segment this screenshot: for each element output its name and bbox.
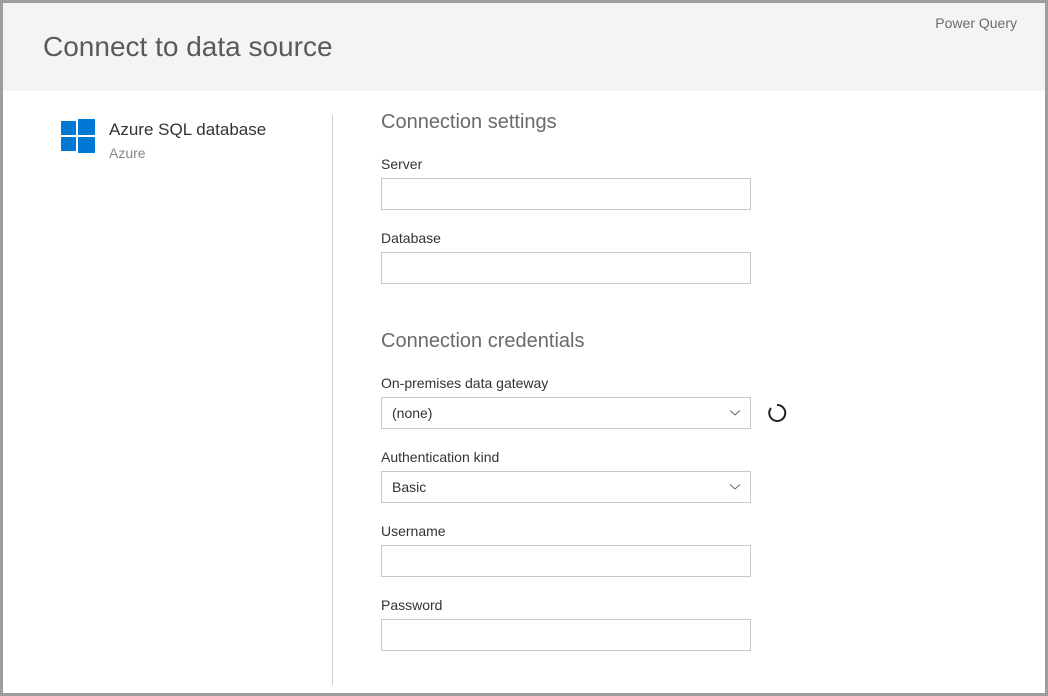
- database-input[interactable]: [381, 252, 751, 284]
- auth-select[interactable]: Basic: [381, 471, 751, 503]
- source-item: Azure SQL database Azure: [61, 119, 313, 161]
- server-label: Server: [381, 156, 1005, 172]
- main-pane: Connection settings Server Database Conn…: [333, 91, 1045, 693]
- gateway-label: On-premises data gateway: [381, 375, 1005, 391]
- password-field-group: Password: [381, 597, 1005, 651]
- username-input[interactable]: [381, 545, 751, 577]
- gateway-row: (none): [381, 397, 1005, 429]
- refresh-icon: [767, 403, 787, 423]
- connection-credentials-title: Connection credentials: [381, 330, 1005, 353]
- brand-label: Power Query: [935, 15, 1017, 31]
- gateway-field-group: On-premises data gateway (none): [381, 375, 1005, 429]
- database-label: Database: [381, 230, 1005, 246]
- gateway-select[interactable]: (none): [381, 397, 751, 429]
- sidebar: Azure SQL database Azure: [3, 91, 333, 693]
- connection-settings-section: Connection settings Server Database: [381, 111, 1005, 284]
- database-field-group: Database: [381, 230, 1005, 284]
- auth-select-wrapper[interactable]: Basic: [381, 471, 751, 503]
- azure-windows-icon: [61, 119, 95, 153]
- vertical-divider: [332, 115, 333, 685]
- username-field-group: Username: [381, 523, 1005, 577]
- username-label: Username: [381, 523, 1005, 539]
- source-text: Azure SQL database Azure: [109, 119, 266, 161]
- source-title: Azure SQL database: [109, 119, 266, 141]
- auth-label: Authentication kind: [381, 449, 1005, 465]
- server-input[interactable]: [381, 178, 751, 210]
- page-title: Connect to data source: [43, 31, 333, 63]
- password-input[interactable]: [381, 619, 751, 651]
- gateway-select-wrapper[interactable]: (none): [381, 397, 751, 429]
- refresh-gateway-button[interactable]: [763, 399, 791, 427]
- connection-credentials-section: Connection credentials On-premises data …: [381, 330, 1005, 651]
- content: Azure SQL database Azure Connection sett…: [3, 91, 1045, 693]
- server-field-group: Server: [381, 156, 1005, 210]
- header: Connect to data source Power Query: [3, 3, 1045, 91]
- source-subtitle: Azure: [109, 145, 266, 161]
- auth-field-group: Authentication kind Basic: [381, 449, 1005, 503]
- password-label: Password: [381, 597, 1005, 613]
- connection-settings-title: Connection settings: [381, 111, 1005, 134]
